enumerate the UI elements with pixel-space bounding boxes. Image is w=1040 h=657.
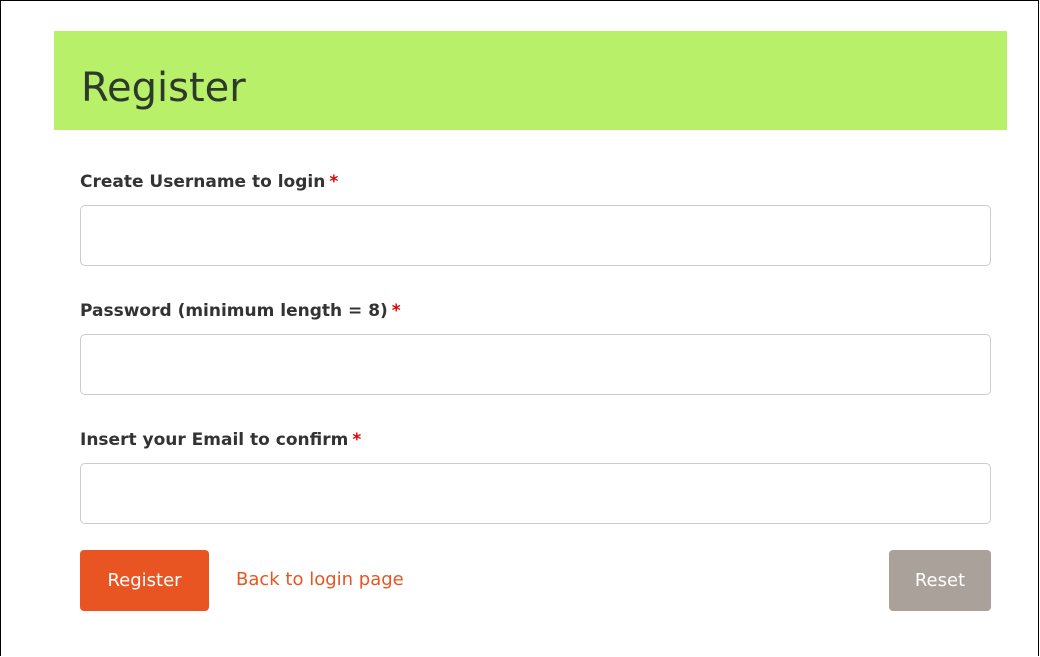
page-title: Register	[81, 65, 246, 111]
password-label: Password (minimum length = 8) *	[80, 301, 401, 321]
email-label-text: Insert your Email to confirm	[80, 430, 349, 450]
password-input[interactable]	[80, 334, 991, 395]
username-label: Create Username to login *	[80, 172, 338, 192]
password-label-text: Password (minimum length = 8)	[80, 301, 388, 321]
email-label: Insert your Email to confirm *	[80, 430, 361, 450]
register-button[interactable]: Register	[80, 550, 209, 611]
reset-button[interactable]: Reset	[889, 550, 991, 611]
required-marker: *	[352, 430, 362, 450]
back-to-login-link[interactable]: Back to login page	[236, 569, 404, 591]
required-marker: *	[329, 172, 339, 192]
email-input[interactable]	[80, 463, 991, 524]
username-input[interactable]	[80, 205, 991, 266]
required-marker: *	[391, 301, 401, 321]
register-header: Register	[54, 31, 1007, 130]
username-label-text: Create Username to login	[80, 172, 326, 192]
